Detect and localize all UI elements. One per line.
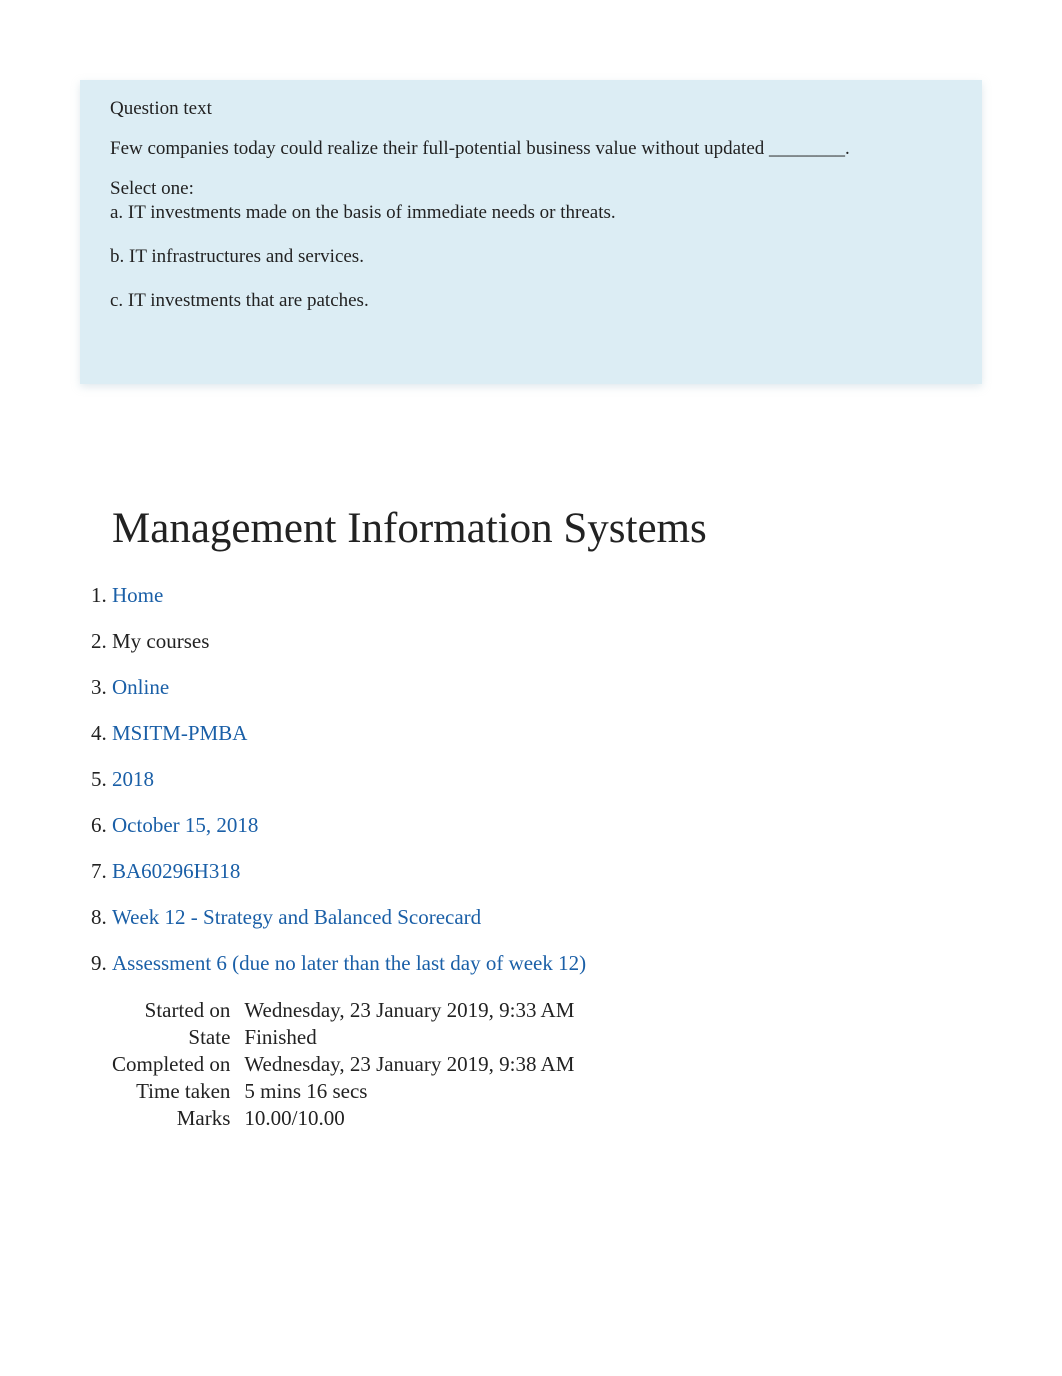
question-text-label: Question text [110, 98, 952, 120]
option-c-text: c. IT investments that are patches. [110, 290, 369, 311]
breadcrumb-link-coursecode[interactable]: BA60296H318 [112, 859, 240, 883]
started-on-label: Started on [112, 997, 244, 1024]
breadcrumb-item-assessment: Assessment 6 (due no later than the last… [112, 951, 1062, 976]
breadcrumb-item-online: Online [112, 675, 1062, 700]
breadcrumb-item-mycourses: My courses [112, 629, 1062, 654]
marks-label: Marks [112, 1105, 244, 1132]
started-on-value: Wednesday, 23 January 2019, 9:33 AM [244, 997, 582, 1024]
breadcrumb-item-year: 2018 [112, 767, 1062, 792]
completed-on-value: Wednesday, 23 January 2019, 9:38 AM [244, 1051, 582, 1078]
state-label: State [112, 1024, 244, 1051]
breadcrumb-link-assessment[interactable]: Assessment 6 (due no later than the last… [112, 951, 586, 975]
time-taken-label: Time taken [112, 1078, 244, 1105]
breadcrumb-item-home: Home [112, 583, 1062, 608]
breadcrumb-link-week[interactable]: Week 12 - Strategy and Balanced Scorecar… [112, 905, 481, 929]
time-taken-value: 5 mins 16 secs [244, 1078, 582, 1105]
answer-option-a[interactable]: a. IT investments made on the basis of i… [110, 202, 952, 224]
table-row: Marks 10.00/10.00 [112, 1105, 582, 1132]
breadcrumb-item-week: Week 12 - Strategy and Balanced Scorecar… [112, 905, 1062, 930]
breadcrumb-item-program: MSITM-PMBA [112, 721, 1062, 746]
table-row: Time taken 5 mins 16 secs [112, 1078, 582, 1105]
breadcrumb-link-online[interactable]: Online [112, 675, 169, 699]
table-row: Completed on Wednesday, 23 January 2019,… [112, 1051, 582, 1078]
answer-option-b[interactable]: b. IT infrastructures and services. [110, 246, 952, 268]
table-row: State Finished [112, 1024, 582, 1051]
option-b-text: b. IT infrastructures and services. [110, 246, 364, 267]
option-a-text: a. IT investments made on the basis of i… [110, 202, 616, 223]
breadcrumb-link-year[interactable]: 2018 [112, 767, 154, 791]
question-prompt: Few companies today could realize their … [110, 138, 952, 160]
attempt-summary-table: Started on Wednesday, 23 January 2019, 9… [112, 997, 582, 1132]
state-value: Finished [244, 1024, 582, 1051]
answer-option-c[interactable]: c. IT investments that are patches. [110, 290, 952, 312]
breadcrumb-item-date: October 15, 2018 [112, 813, 1062, 838]
course-title: Management Information Systems [112, 504, 1062, 553]
breadcrumb-text-mycourses: My courses [112, 629, 209, 653]
breadcrumb-link-program[interactable]: MSITM-PMBA [112, 721, 247, 745]
breadcrumb: Home My courses Online MSITM-PMBA 2018 O… [112, 583, 1062, 976]
breadcrumb-link-home[interactable]: Home [112, 583, 163, 607]
marks-value: 10.00/10.00 [244, 1105, 582, 1132]
table-row: Started on Wednesday, 23 January 2019, 9… [112, 997, 582, 1024]
select-one-label: Select one: [110, 178, 952, 200]
breadcrumb-link-date[interactable]: October 15, 2018 [112, 813, 258, 837]
question-box: Question text Few companies today could … [80, 80, 982, 384]
breadcrumb-item-coursecode: BA60296H318 [112, 859, 1062, 884]
completed-on-label: Completed on [112, 1051, 244, 1078]
